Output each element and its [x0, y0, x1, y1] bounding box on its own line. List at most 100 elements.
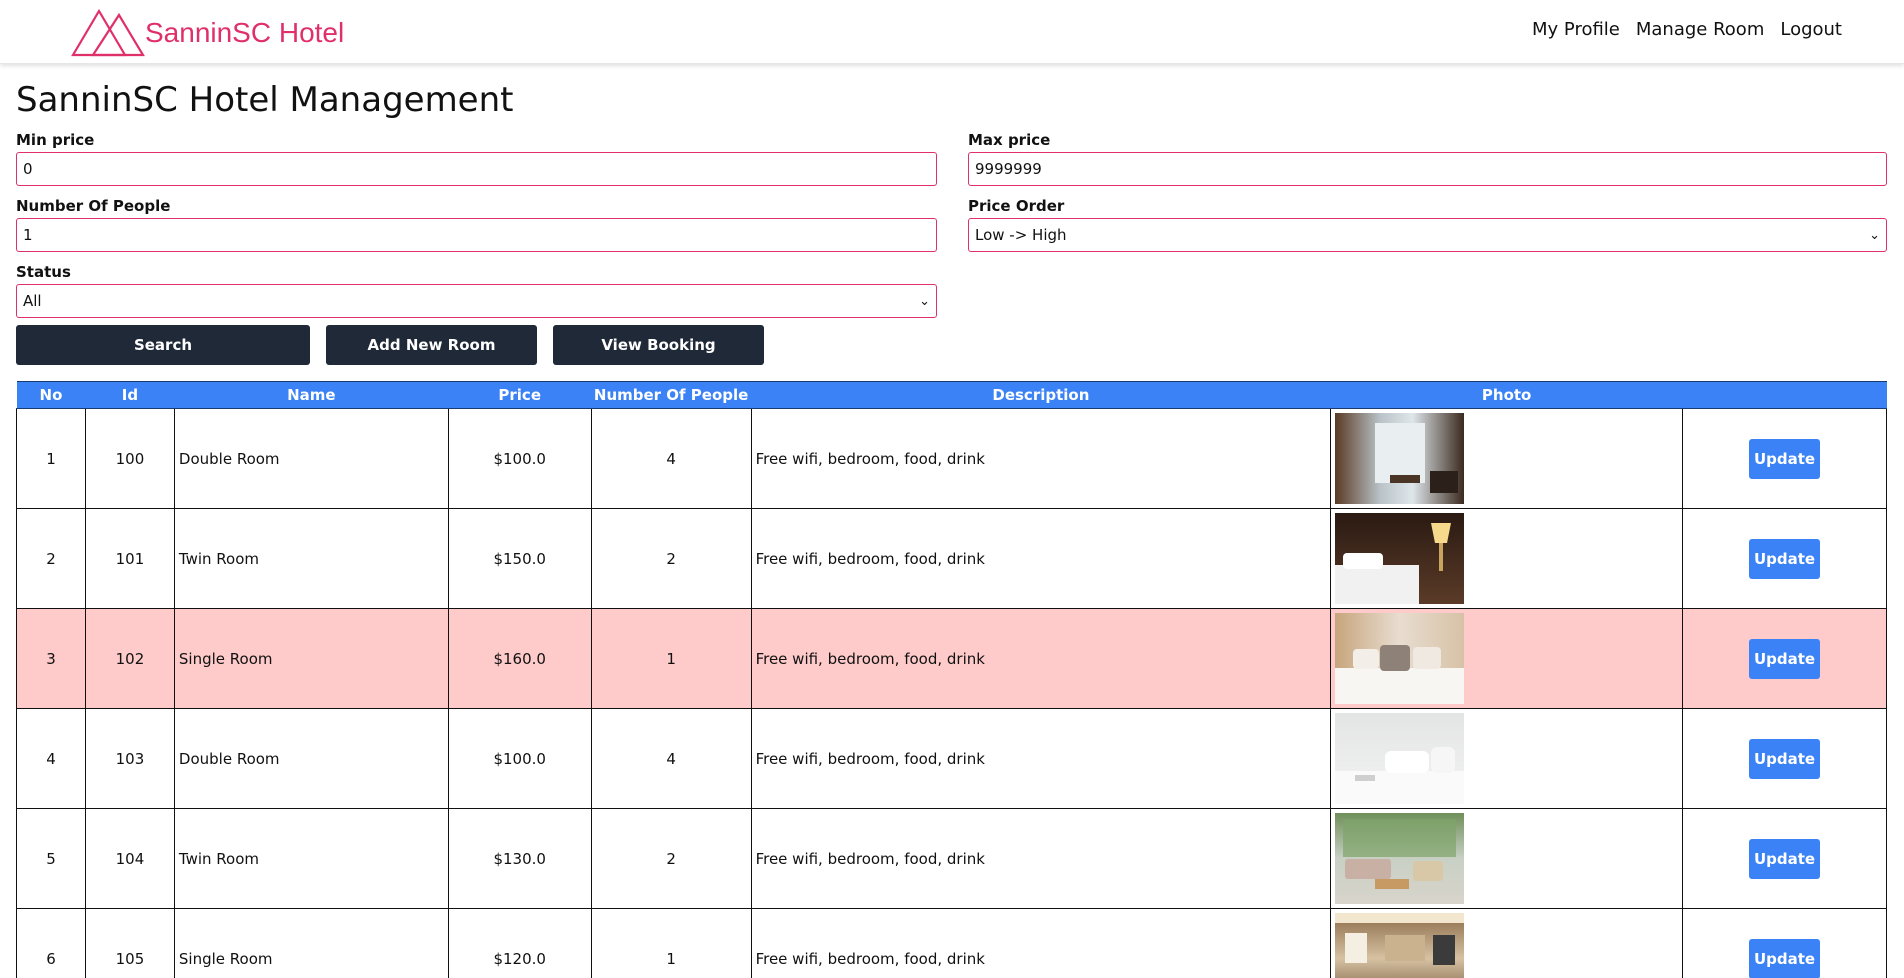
cell-photo — [1330, 708, 1684, 809]
cell-people: 1 — [590, 908, 752, 978]
add-new-room-button[interactable]: Add New Room — [326, 325, 537, 365]
cell-actions: Update — [1682, 708, 1887, 809]
col-header-id: Id — [85, 381, 175, 409]
cell-name: Double Room — [173, 708, 449, 809]
cell-photo — [1330, 908, 1684, 978]
room-photo-lamp — [1335, 513, 1465, 604]
update-button[interactable]: Update — [1749, 538, 1821, 579]
table-row: 1 100 Double Room $100.0 4 Free wifi, bedroom… — [16, 408, 1887, 509]
cell-no: 5 — [16, 808, 86, 909]
cell-no: 1 — [16, 408, 86, 509]
cell-id: 105 — [84, 908, 175, 978]
cell-photo — [1330, 408, 1684, 509]
mountain-logo-icon — [71, 8, 145, 57]
col-header-name: Name — [174, 381, 449, 409]
cell-no: 2 — [16, 508, 86, 609]
table-row: 2 101 Twin Room $150.0 2 Free wifi, bedroom, … — [16, 508, 1887, 609]
cell-id: 100 — [84, 408, 175, 509]
top-navbar: SanninSC Hotel My Profile Manage Room Lo… — [0, 0, 1904, 64]
col-header-photo: Photo — [1330, 381, 1683, 409]
view-booking-button[interactable]: View Booking — [553, 325, 764, 365]
cell-no: 6 — [16, 908, 86, 978]
room-photo-window — [1335, 413, 1465, 504]
people-label: Number Of People — [16, 197, 171, 215]
cell-id: 101 — [84, 508, 175, 609]
cell-price: $130.0 — [447, 808, 592, 909]
update-button[interactable]: Update — [1749, 738, 1821, 779]
cell-id: 102 — [84, 608, 175, 709]
col-header-people: Number Of People — [591, 381, 752, 409]
cell-id: 103 — [84, 708, 175, 809]
status-select[interactable]: All ⌄ — [16, 284, 937, 318]
table-row: 6 105 Single Room $120.0 1 Free wifi, bedroom… — [16, 908, 1887, 978]
status-value: All — [23, 292, 42, 310]
table-row: 3 102 Single Room $160.0 1 Free wifi, bedroom… — [16, 608, 1887, 709]
cell-description: Free wifi, bedroom, food, drink — [750, 508, 1332, 609]
room-photo-suite — [1335, 913, 1465, 978]
cell-actions: Update — [1682, 808, 1887, 909]
max-price-input[interactable]: 9999999 — [968, 152, 1887, 186]
people-value: 1 — [23, 226, 33, 244]
update-button[interactable]: Update — [1749, 838, 1821, 879]
update-button[interactable]: Update — [1749, 638, 1821, 679]
cell-name: Twin Room — [173, 808, 449, 909]
brand-name: SanninSC Hotel — [145, 17, 345, 48]
room-photo-white-bed — [1335, 713, 1465, 804]
people-input[interactable]: 1 — [16, 218, 937, 252]
table-header-row: No Id Name Price Number Of People Descri… — [16, 381, 1887, 409]
cell-photo — [1330, 808, 1684, 909]
cell-description: Free wifi, bedroom, food, drink — [750, 808, 1332, 909]
price-order-select[interactable]: Low -> High ⌄ — [968, 218, 1887, 252]
update-button[interactable]: Update — [1749, 438, 1821, 479]
cell-name: Single Room — [173, 908, 449, 978]
cell-photo — [1330, 608, 1684, 709]
cell-name: Double Room — [173, 408, 449, 509]
cell-id: 104 — [84, 808, 175, 909]
cell-description: Free wifi, bedroom, food, drink — [750, 408, 1332, 509]
page-title: SanninSC Hotel Management — [16, 80, 514, 120]
update-button[interactable]: Update — [1749, 938, 1821, 978]
cell-actions: Update — [1682, 408, 1887, 509]
table-row: 4 103 Double Room $100.0 4 Free wifi, bedroom… — [16, 708, 1887, 809]
col-header-description: Description — [751, 381, 1331, 409]
min-price-label: Min price — [16, 131, 95, 149]
cell-people: 2 — [590, 508, 752, 609]
room-photo-pillows — [1335, 613, 1465, 704]
nav-manage-room[interactable]: Manage Room — [1636, 19, 1764, 40]
cell-price: $160.0 — [447, 608, 592, 709]
col-header-price: Price — [448, 381, 592, 409]
price-order-label: Price Order — [968, 197, 1065, 215]
room-table: No Id Name Price Number Of People Descri… — [16, 381, 1887, 978]
cell-actions: Update — [1682, 508, 1887, 609]
cell-no: 4 — [16, 708, 86, 809]
min-price-input[interactable]: 0 — [16, 152, 937, 186]
cell-no: 3 — [16, 608, 86, 709]
cell-description: Free wifi, bedroom, food, drink — [750, 608, 1332, 709]
nav-links: My Profile Manage Room Logout — [1532, 19, 1842, 40]
nav-my-profile[interactable]: My Profile — [1532, 19, 1620, 40]
nav-logout[interactable]: Logout — [1780, 19, 1842, 40]
price-order-value: Low -> High — [975, 226, 1067, 244]
cell-name: Twin Room — [173, 508, 449, 609]
cell-price: $150.0 — [447, 508, 592, 609]
brand-logo-link[interactable]: SanninSC Hotel — [71, 8, 344, 58]
cell-actions: Update — [1682, 608, 1887, 709]
cell-price: $100.0 — [447, 408, 592, 509]
chevron-down-icon: ⌄ — [919, 293, 930, 309]
max-price-value: 9999999 — [975, 160, 1042, 178]
cell-price: $100.0 — [447, 708, 592, 809]
cell-actions: Update — [1682, 908, 1887, 978]
table-row: 5 104 Twin Room $130.0 2 Free wifi, bedroom, … — [16, 808, 1887, 909]
cell-photo — [1330, 508, 1684, 609]
cell-price: $120.0 — [447, 908, 592, 978]
col-header-actions — [1682, 381, 1887, 409]
cell-people: 1 — [590, 608, 752, 709]
chevron-down-icon: ⌄ — [1869, 227, 1880, 243]
col-header-no: No — [16, 381, 86, 409]
max-price-label: Max price — [968, 131, 1051, 149]
cell-description: Free wifi, bedroom, food, drink — [750, 908, 1332, 978]
room-photo-lounge — [1335, 813, 1465, 904]
cell-name: Single Room — [173, 608, 449, 709]
search-button[interactable]: Search — [16, 325, 310, 365]
status-label: Status — [16, 263, 71, 281]
